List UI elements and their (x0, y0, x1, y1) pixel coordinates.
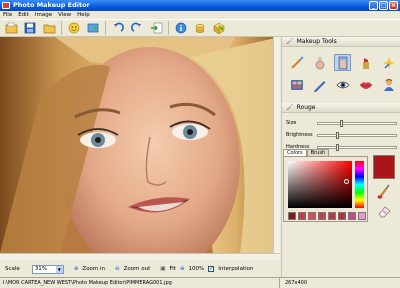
pencil-tool[interactable] (311, 76, 328, 93)
smiley-icon[interactable] (67, 21, 81, 35)
menu-view[interactable]: View (58, 11, 71, 19)
swatch[interactable] (318, 212, 326, 220)
import-icon[interactable] (149, 21, 163, 35)
folder-icon[interactable] (42, 21, 56, 35)
maximize-button[interactable]: □ (379, 1, 388, 10)
fit-button[interactable]: Fit (169, 266, 175, 272)
redo-icon[interactable] (130, 21, 144, 35)
size-label: Size (286, 120, 297, 126)
rouge-header: 🖌 Rouge (282, 103, 400, 113)
menu-image[interactable]: Image (35, 11, 52, 19)
zoom-bar: Scale 31% ▼ ⊕ Zoom in ⊖ Zoom out ▣ Fit ⊕… (0, 262, 280, 276)
status-bar: I:\MOR CARTEA_NEW WEST\Photo Makeup Edit… (0, 277, 400, 288)
brightness-slider-thumb[interactable] (335, 131, 339, 139)
vertical-scrollbar[interactable] (273, 37, 280, 253)
portrait-photo (0, 37, 273, 253)
tools-grid (282, 47, 400, 100)
foundation-tool[interactable] (334, 54, 351, 71)
coins-icon[interactable] (193, 21, 207, 35)
tab-brush[interactable]: Brush (306, 149, 330, 156)
swatch[interactable] (348, 212, 356, 220)
export-icon[interactable] (86, 21, 100, 35)
swatch[interactable] (298, 212, 306, 220)
saturation-value-area[interactable] (288, 161, 352, 208)
color-cursor[interactable] (344, 179, 349, 184)
color-tabs: Colors Brush (283, 149, 330, 156)
app-window: Photo Makeup Editor _ □ × File Edit Imag… (0, 0, 400, 288)
menu-help[interactable]: Help (77, 11, 90, 19)
photo-canvas[interactable] (0, 37, 273, 253)
interpolation-checkbox[interactable]: ✓ (208, 266, 215, 272)
fit-icon[interactable]: ▣ (160, 266, 165, 272)
status-file-path: I:\MOR CARTEA_NEW WEST\Photo Makeup Edit… (0, 278, 280, 288)
info-icon[interactable] (174, 21, 188, 35)
brightness-label: Brightness (286, 132, 313, 138)
brightness-slider[interactable] (317, 131, 397, 139)
swatch[interactable] (308, 212, 316, 220)
menu-bar: File Edit Image View Help (0, 11, 400, 19)
makeup-tools-header: 🖌 Makeup Tools (282, 37, 400, 47)
scale-select[interactable]: 31% ▼ (31, 264, 64, 274)
zoom-in-button[interactable]: Zoom in (82, 266, 105, 272)
rouge-title: Rouge (296, 104, 316, 111)
makeup-tools-title: Makeup Tools (296, 38, 337, 45)
save-icon[interactable] (23, 21, 37, 35)
paint-brush-icon[interactable] (377, 183, 391, 201)
zoom-out-button[interactable]: Zoom out (124, 266, 151, 272)
open-icon[interactable] (4, 21, 18, 35)
scale-value: 31% (34, 266, 48, 272)
window-title: Photo Makeup Editor (13, 1, 90, 9)
interpolation-label: Interpolation (218, 266, 254, 272)
size-slider[interactable] (317, 119, 397, 127)
toolbar-separator (168, 21, 169, 35)
full-size-icon[interactable]: ⊕ (180, 266, 185, 272)
lipstick-tool[interactable] (357, 54, 374, 71)
status-image-size: 267x400 (285, 280, 308, 286)
hue-slider[interactable] (355, 161, 364, 208)
rouge-brush-icon: 🖌 (286, 104, 294, 111)
chevron-down-icon[interactable]: ▼ (55, 265, 63, 273)
powder-tool[interactable] (311, 54, 328, 71)
close-button[interactable]: × (389, 1, 398, 10)
box-icon[interactable] (212, 21, 226, 35)
color-picker (283, 156, 368, 222)
title-bar: Photo Makeup Editor _ □ × (0, 0, 400, 11)
toolbar-separator (61, 21, 62, 35)
zoom-in-icon[interactable]: ⊕ (74, 266, 79, 272)
palette-tool[interactable] (288, 76, 305, 93)
app-icon (2, 2, 10, 9)
scale-label: Scale (5, 266, 20, 272)
swatch[interactable] (338, 212, 346, 220)
brightness-row: Brightness (282, 129, 400, 141)
lips-tool[interactable] (357, 76, 374, 93)
brush-tool[interactable] (288, 54, 305, 71)
swatch[interactable] (358, 212, 366, 220)
sparkle-tool[interactable] (380, 54, 397, 71)
toolbar-separator (105, 21, 106, 35)
toolbar (0, 19, 400, 37)
size-slider-thumb[interactable] (339, 119, 343, 127)
zoom-out-icon[interactable]: ⊖ (115, 266, 120, 272)
swatch-row (288, 212, 366, 220)
swatch[interactable] (328, 212, 336, 220)
swatch[interactable] (288, 212, 296, 220)
undo-icon[interactable] (111, 21, 125, 35)
tab-colors[interactable]: Colors (283, 149, 307, 156)
brush-icon: 🖌 (286, 38, 294, 45)
full-size-button[interactable]: 100% (189, 266, 205, 272)
current-color-swatch[interactable] (373, 155, 395, 179)
hardness-slider-thumb[interactable] (335, 143, 339, 151)
eraser-icon[interactable] (377, 204, 391, 220)
minimize-button[interactable]: _ (369, 1, 378, 10)
eye-tool[interactable] (334, 76, 351, 93)
person-tool[interactable] (380, 76, 397, 93)
menu-edit[interactable]: Edit (18, 11, 29, 19)
size-row: Size (282, 117, 400, 129)
menu-file[interactable]: File (3, 11, 12, 19)
horizontal-scrollbar[interactable] (0, 253, 280, 260)
